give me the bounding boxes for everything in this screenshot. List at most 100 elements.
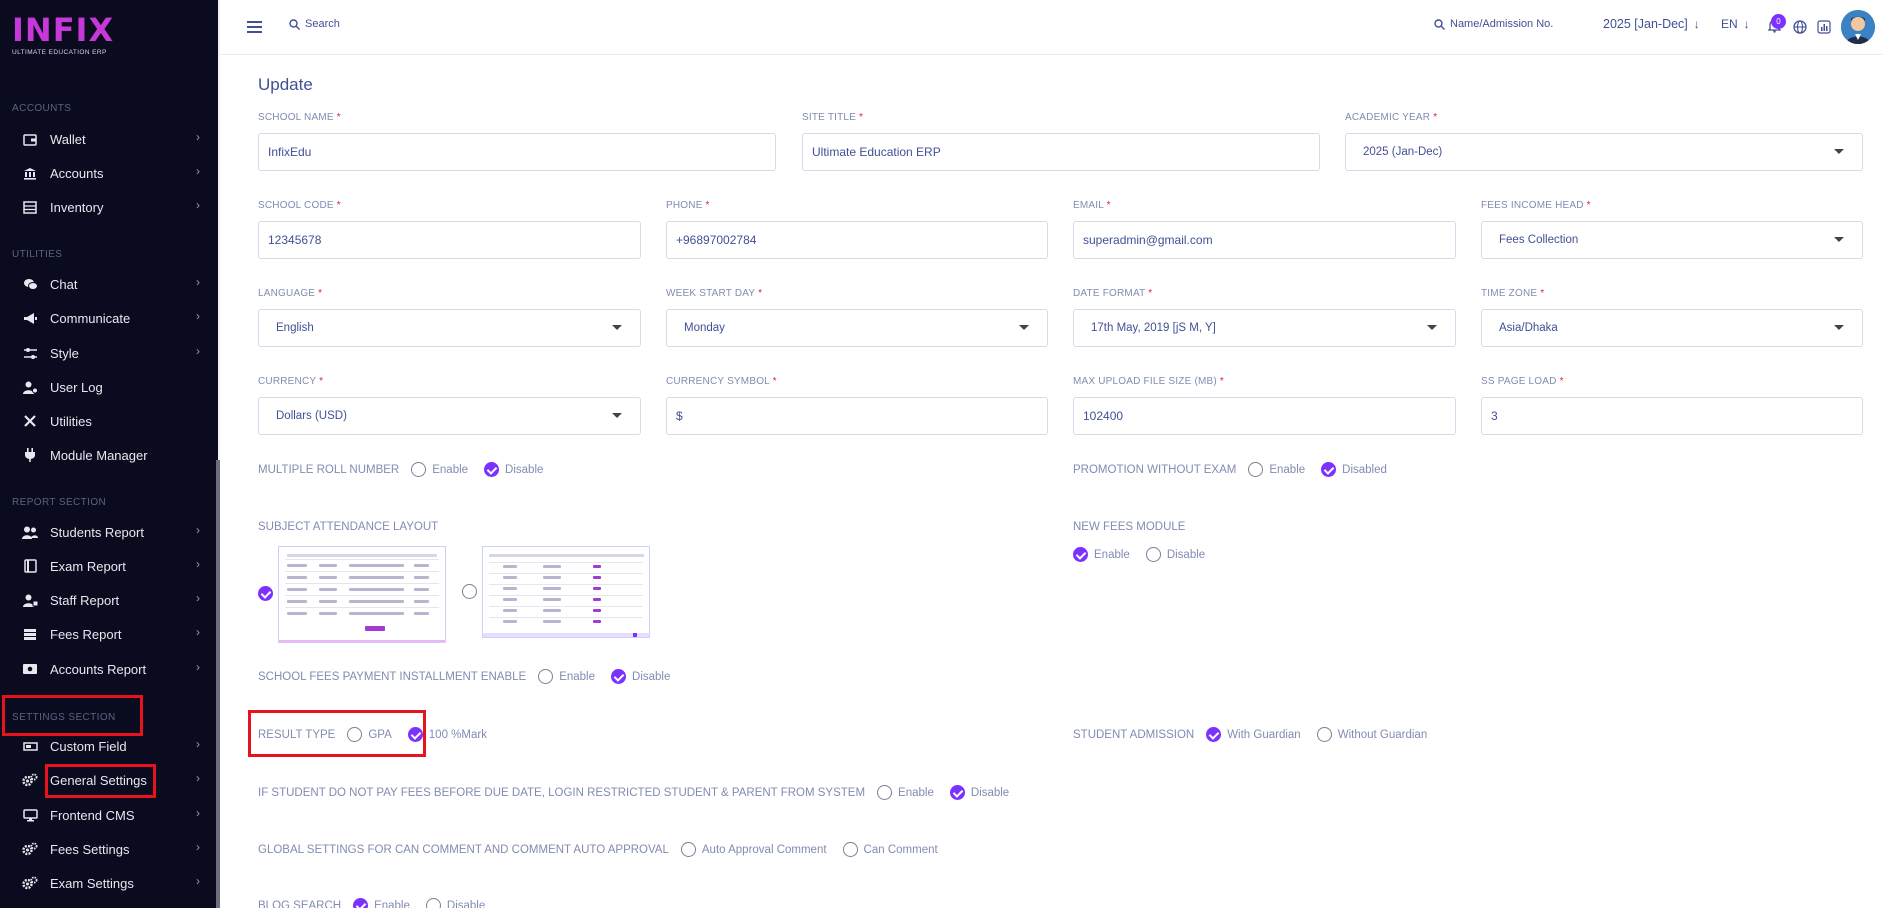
logo-brand: INFIX bbox=[12, 11, 115, 49]
blog-search-disable-radio[interactable]: Disable bbox=[425, 898, 485, 908]
notification-count-badge: 0 bbox=[1771, 14, 1786, 29]
sidebar-item-custom-field[interactable]: Custom Field › bbox=[22, 734, 200, 758]
sidebar-item-label: Wallet bbox=[50, 131, 86, 147]
week-start-day-select[interactable]: Monday bbox=[666, 309, 1048, 347]
site-title-input[interactable]: Ultimate Education ERP bbox=[802, 133, 1320, 171]
fees-income-head-select[interactable]: Fees Collection bbox=[1481, 221, 1863, 259]
sidebar-item-communicate[interactable]: Communicate › bbox=[22, 306, 200, 330]
attendance-layout-2-preview[interactable] bbox=[482, 546, 650, 638]
sidebar-item-utilities[interactable]: Utilities bbox=[22, 409, 200, 433]
sidebar-item-exam-report[interactable]: Exam Report › bbox=[22, 554, 200, 578]
megaphone-icon bbox=[22, 310, 38, 326]
highlight-settings-section bbox=[2, 695, 143, 736]
time-zone-select[interactable]: Asia/Dhaka bbox=[1481, 309, 1863, 347]
time-zone-label: TIME ZONE * bbox=[1481, 288, 1545, 299]
phone-label: PHONE * bbox=[666, 200, 710, 211]
new-fees-enable-radio[interactable]: Enable bbox=[1073, 547, 1130, 562]
date-format-select[interactable]: 17th May, 2019 [jS M, Y] bbox=[1073, 309, 1456, 347]
school-name-input[interactable]: InfixEdu bbox=[258, 133, 776, 171]
max-upload-input[interactable]: 102400 bbox=[1073, 397, 1456, 435]
installment-disable-radio[interactable]: Disable bbox=[611, 669, 670, 684]
sidebar-item-inventory[interactable]: Inventory › bbox=[22, 195, 200, 219]
website-button[interactable] bbox=[1793, 20, 1807, 39]
sidebar-item-label: Staff Report bbox=[50, 592, 120, 608]
language-value: EN bbox=[1721, 17, 1738, 31]
can-comment-radio[interactable]: Can Comment bbox=[842, 842, 938, 857]
chevron-right-icon: › bbox=[196, 874, 200, 888]
gears-icon bbox=[22, 875, 38, 891]
staff-icon bbox=[22, 592, 38, 608]
sidebar-item-label: User Log bbox=[50, 379, 103, 395]
sidebar-item-fees-settings[interactable]: Fees Settings › bbox=[22, 837, 200, 861]
sidebar-item-wallet[interactable]: Wallet › bbox=[22, 127, 200, 151]
student-admission-without-guardian-radio[interactable]: Without Guardian bbox=[1316, 727, 1427, 742]
chevron-right-icon: › bbox=[196, 344, 200, 358]
login-restrict-label: IF STUDENT DO NOT PAY FEES BEFORE DUE DA… bbox=[258, 786, 866, 799]
new-fees-disable-radio[interactable]: Disable bbox=[1145, 547, 1205, 562]
fees-income-head-label: FEES INCOME HEAD * bbox=[1481, 200, 1591, 211]
multiple-roll-enable-radio[interactable]: Enable bbox=[411, 462, 468, 477]
search-box[interactable]: Search bbox=[289, 18, 340, 30]
sidebar-item-students-report[interactable]: Students Report › bbox=[22, 520, 200, 544]
sidebar-item-style[interactable]: Style › bbox=[22, 341, 200, 365]
menu-toggle[interactable] bbox=[247, 20, 262, 38]
blog-search-enable-radio[interactable]: Enable bbox=[353, 898, 410, 908]
section-title-accounts: ACCOUNTS bbox=[12, 103, 72, 114]
attendance-layout-1-preview[interactable] bbox=[278, 546, 446, 643]
sidebar-item-frontend-cms[interactable]: Frontend CMS › bbox=[22, 803, 200, 827]
currency-symbol-input[interactable]: $ bbox=[666, 397, 1048, 435]
attendance-layout-1-radio[interactable] bbox=[258, 586, 273, 601]
promotion-label: PROMOTION WITHOUT EXAM bbox=[1073, 463, 1237, 476]
sidebar-item-label: Style bbox=[50, 345, 79, 361]
main-content: Update SCHOOL NAME * InfixEdu SITE TITLE… bbox=[220, 55, 1883, 908]
multiple-roll-disable-radio[interactable]: Disable bbox=[484, 462, 543, 477]
ss-page-load-input[interactable]: 3 bbox=[1481, 397, 1863, 435]
section-title-utilities: UTILITIES bbox=[12, 249, 63, 260]
multiple-roll-setting: MULTIPLE ROLL NUMBER Enable Disable bbox=[258, 462, 559, 477]
logo[interactable]: INFIX ULTIMATE EDUCATION ERP bbox=[12, 14, 114, 56]
auto-approval-comment-radio[interactable]: Auto Approval Comment bbox=[680, 842, 827, 857]
sidebar-item-label: Module Manager bbox=[50, 447, 148, 463]
login-restrict-enable-radio[interactable]: Enable bbox=[877, 785, 934, 800]
site-title-label: SITE TITLE * bbox=[802, 112, 864, 123]
chevron-right-icon: › bbox=[196, 771, 200, 785]
student-search[interactable]: Name/Admission No. bbox=[1434, 18, 1553, 30]
language-dropdown[interactable]: EN ↓ bbox=[1721, 17, 1750, 31]
monitor-icon bbox=[22, 807, 38, 823]
phone-input[interactable]: +96897002784 bbox=[666, 221, 1048, 259]
report-button[interactable] bbox=[1817, 20, 1831, 39]
language-select[interactable]: English bbox=[258, 309, 641, 347]
avatar[interactable] bbox=[1841, 10, 1875, 44]
blog-search-setting: BLOG SEARCH Enable Disable bbox=[258, 898, 501, 908]
chevron-right-icon: › bbox=[196, 130, 200, 144]
academic-year-select[interactable]: 2025 (Jan-Dec) bbox=[1345, 133, 1863, 171]
caret-down-icon bbox=[1019, 325, 1029, 330]
academic-year-dropdown[interactable]: 2025 [Jan-Dec] ↓ bbox=[1603, 17, 1700, 31]
sidebar-item-accounts-report[interactable]: Accounts Report › bbox=[22, 657, 200, 681]
sidebar-item-module-manager[interactable]: Module Manager bbox=[22, 443, 200, 467]
sidebar-item-exam-settings[interactable]: Exam Settings › bbox=[22, 871, 200, 895]
promotion-enable-radio[interactable]: Enable bbox=[1248, 462, 1305, 477]
attendance-layout-2-radio[interactable] bbox=[462, 584, 477, 599]
login-restrict-disable-radio[interactable]: Disable bbox=[949, 785, 1009, 800]
school-code-input[interactable]: 12345678 bbox=[258, 221, 641, 259]
sidebar-item-label: Fees Report bbox=[50, 626, 122, 642]
student-admission-with-guardian-radio[interactable]: With Guardian bbox=[1206, 727, 1301, 742]
hamburger-icon bbox=[247, 21, 262, 33]
email-input[interactable]: superadmin@gmail.com bbox=[1073, 221, 1456, 259]
sidebar-item-accounts[interactable]: Accounts › bbox=[22, 161, 200, 185]
currency-selected: Dollars (USD) bbox=[276, 410, 347, 422]
promotion-disabled-radio[interactable]: Disabled bbox=[1321, 462, 1387, 477]
sidebar-item-user-log[interactable]: User Log bbox=[22, 375, 200, 399]
sidebar-item-fees-report[interactable]: Fees Report › bbox=[22, 622, 200, 646]
installment-enable-radio[interactable]: Enable bbox=[538, 669, 595, 684]
currency-select[interactable]: Dollars (USD) bbox=[258, 397, 641, 435]
gears-icon bbox=[22, 841, 38, 857]
login-restrict-setting: IF STUDENT DO NOT PAY FEES BEFORE DUE DA… bbox=[258, 785, 1025, 800]
student-admission-setting: STUDENT ADMISSION With Guardian Without … bbox=[1073, 727, 1443, 742]
subject-attendance-label: SUBJECT ATTENDANCE LAYOUT bbox=[258, 521, 439, 533]
chat-icon bbox=[22, 276, 38, 292]
sidebar-item-chat[interactable]: Chat › bbox=[22, 272, 200, 296]
sidebar-item-staff-report[interactable]: Staff Report › bbox=[22, 588, 200, 612]
section-title-report: REPORT SECTION bbox=[12, 497, 107, 508]
